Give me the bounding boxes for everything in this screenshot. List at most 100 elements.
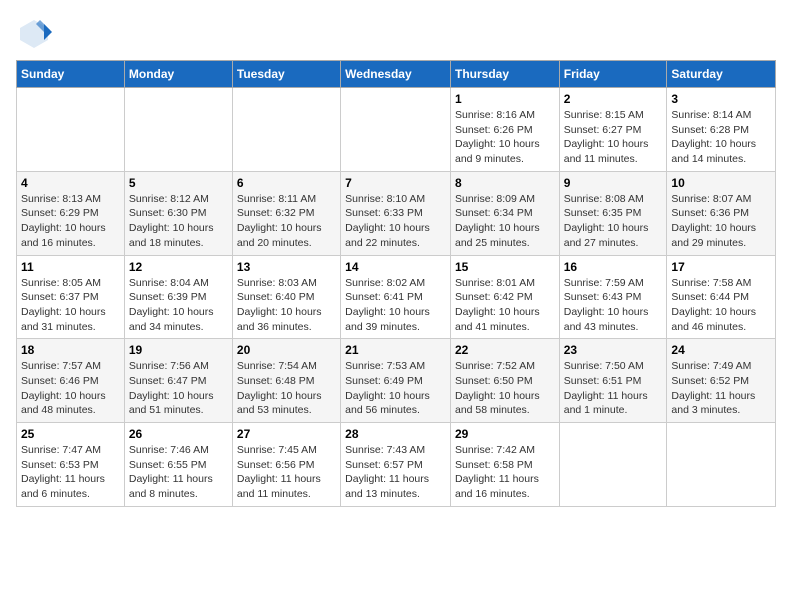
- day-number: 21: [345, 343, 446, 357]
- day-info: Sunrise: 7:54 AM Sunset: 6:48 PM Dayligh…: [237, 359, 336, 418]
- calendar-cell: [341, 88, 451, 172]
- day-number: 20: [237, 343, 336, 357]
- day-number: 1: [455, 92, 555, 106]
- day-number: 25: [21, 427, 120, 441]
- calendar-header-row: SundayMondayTuesdayWednesdayThursdayFrid…: [17, 61, 776, 88]
- calendar-body: 1 Sunrise: 8:16 AM Sunset: 6:26 PM Daylig…: [17, 88, 776, 507]
- calendar-cell: [559, 423, 667, 507]
- day-number: 10: [671, 176, 771, 190]
- day-header-tuesday: Tuesday: [232, 61, 340, 88]
- calendar-cell: 21 Sunrise: 7:53 AM Sunset: 6:49 PM Dayli…: [341, 339, 451, 423]
- day-number: 18: [21, 343, 120, 357]
- calendar-cell: 1 Sunrise: 8:16 AM Sunset: 6:26 PM Daylig…: [450, 88, 559, 172]
- calendar-cell: 12 Sunrise: 8:04 AM Sunset: 6:39 PM Dayli…: [124, 255, 232, 339]
- calendar-cell: 13 Sunrise: 8:03 AM Sunset: 6:40 PM Dayli…: [232, 255, 340, 339]
- day-number: 6: [237, 176, 336, 190]
- day-info: Sunrise: 8:05 AM Sunset: 6:37 PM Dayligh…: [21, 276, 120, 335]
- day-header-friday: Friday: [559, 61, 667, 88]
- day-info: Sunrise: 7:42 AM Sunset: 6:58 PM Dayligh…: [455, 443, 555, 502]
- calendar-cell: 15 Sunrise: 8:01 AM Sunset: 6:42 PM Dayli…: [450, 255, 559, 339]
- day-number: 14: [345, 260, 446, 274]
- calendar-cell: 11 Sunrise: 8:05 AM Sunset: 6:37 PM Dayli…: [17, 255, 125, 339]
- calendar-cell: 5 Sunrise: 8:12 AM Sunset: 6:30 PM Daylig…: [124, 171, 232, 255]
- day-header-wednesday: Wednesday: [341, 61, 451, 88]
- day-number: 15: [455, 260, 555, 274]
- calendar-cell: 28 Sunrise: 7:43 AM Sunset: 6:57 PM Dayli…: [341, 423, 451, 507]
- day-info: Sunrise: 7:47 AM Sunset: 6:53 PM Dayligh…: [21, 443, 120, 502]
- day-info: Sunrise: 7:53 AM Sunset: 6:49 PM Dayligh…: [345, 359, 446, 418]
- calendar-cell: 3 Sunrise: 8:14 AM Sunset: 6:28 PM Daylig…: [667, 88, 776, 172]
- day-info: Sunrise: 7:58 AM Sunset: 6:44 PM Dayligh…: [671, 276, 771, 335]
- day-header-sunday: Sunday: [17, 61, 125, 88]
- day-number: 27: [237, 427, 336, 441]
- day-info: Sunrise: 8:10 AM Sunset: 6:33 PM Dayligh…: [345, 192, 446, 251]
- calendar-cell: [667, 423, 776, 507]
- calendar-cell: 10Sunrise: 8:07 AM Sunset: 6:36 PM Dayli…: [667, 171, 776, 255]
- calendar-week-row: 1 Sunrise: 8:16 AM Sunset: 6:26 PM Daylig…: [17, 88, 776, 172]
- day-number: 24: [671, 343, 771, 357]
- calendar-table: SundayMondayTuesdayWednesdayThursdayFrid…: [16, 60, 776, 507]
- day-number: 13: [237, 260, 336, 274]
- day-number: 2: [564, 92, 663, 106]
- day-number: 4: [21, 176, 120, 190]
- day-info: Sunrise: 8:01 AM Sunset: 6:42 PM Dayligh…: [455, 276, 555, 335]
- calendar-week-row: 4 Sunrise: 8:13 AM Sunset: 6:29 PM Daylig…: [17, 171, 776, 255]
- calendar-cell: [124, 88, 232, 172]
- day-info: Sunrise: 8:12 AM Sunset: 6:30 PM Dayligh…: [129, 192, 228, 251]
- calendar-cell: 9 Sunrise: 8:08 AM Sunset: 6:35 PM Daylig…: [559, 171, 667, 255]
- day-info: Sunrise: 7:45 AM Sunset: 6:56 PM Dayligh…: [237, 443, 336, 502]
- calendar-cell: 16 Sunrise: 7:59 AM Sunset: 6:43 PM Dayli…: [559, 255, 667, 339]
- day-info: Sunrise: 7:57 AM Sunset: 6:46 PM Dayligh…: [21, 359, 120, 418]
- calendar-cell: 4 Sunrise: 8:13 AM Sunset: 6:29 PM Daylig…: [17, 171, 125, 255]
- day-number: 9: [564, 176, 663, 190]
- day-info: Sunrise: 8:16 AM Sunset: 6:26 PM Dayligh…: [455, 108, 555, 167]
- day-info: Sunrise: 8:15 AM Sunset: 6:27 PM Dayligh…: [564, 108, 663, 167]
- day-number: 17: [671, 260, 771, 274]
- logo: [16, 16, 56, 52]
- calendar-week-row: 25 Sunrise: 7:47 AM Sunset: 6:53 PM Dayli…: [17, 423, 776, 507]
- day-header-monday: Monday: [124, 61, 232, 88]
- day-info: Sunrise: 8:14 AM Sunset: 6:28 PM Dayligh…: [671, 108, 771, 167]
- day-info: Sunrise: 7:59 AM Sunset: 6:43 PM Dayligh…: [564, 276, 663, 335]
- calendar-cell: [232, 88, 340, 172]
- day-header-thursday: Thursday: [450, 61, 559, 88]
- day-number: 12: [129, 260, 228, 274]
- page-header: [16, 16, 776, 52]
- day-info: Sunrise: 7:56 AM Sunset: 6:47 PM Dayligh…: [129, 359, 228, 418]
- calendar-cell: 19 Sunrise: 7:56 AM Sunset: 6:47 PM Dayli…: [124, 339, 232, 423]
- day-info: Sunrise: 8:11 AM Sunset: 6:32 PM Dayligh…: [237, 192, 336, 251]
- day-info: Sunrise: 8:08 AM Sunset: 6:35 PM Dayligh…: [564, 192, 663, 251]
- calendar-cell: 17 Sunrise: 7:58 AM Sunset: 6:44 PM Dayli…: [667, 255, 776, 339]
- day-number: 19: [129, 343, 228, 357]
- calendar-cell: 23 Sunrise: 7:50 AM Sunset: 6:51 PM Dayli…: [559, 339, 667, 423]
- day-info: Sunrise: 7:43 AM Sunset: 6:57 PM Dayligh…: [345, 443, 446, 502]
- logo-icon: [16, 16, 52, 52]
- calendar-week-row: 18 Sunrise: 7:57 AM Sunset: 6:46 PM Dayli…: [17, 339, 776, 423]
- day-info: Sunrise: 7:46 AM Sunset: 6:55 PM Dayligh…: [129, 443, 228, 502]
- day-number: 5: [129, 176, 228, 190]
- calendar-cell: 20 Sunrise: 7:54 AM Sunset: 6:48 PM Dayli…: [232, 339, 340, 423]
- day-info: Sunrise: 8:09 AM Sunset: 6:34 PM Dayligh…: [455, 192, 555, 251]
- day-number: 16: [564, 260, 663, 274]
- day-info: Sunrise: 7:50 AM Sunset: 6:51 PM Dayligh…: [564, 359, 663, 418]
- day-number: 8: [455, 176, 555, 190]
- calendar-cell: 18 Sunrise: 7:57 AM Sunset: 6:46 PM Dayli…: [17, 339, 125, 423]
- calendar-cell: 2 Sunrise: 8:15 AM Sunset: 6:27 PM Daylig…: [559, 88, 667, 172]
- calendar-cell: 14 Sunrise: 8:02 AM Sunset: 6:41 PM Dayli…: [341, 255, 451, 339]
- day-info: Sunrise: 8:03 AM Sunset: 6:40 PM Dayligh…: [237, 276, 336, 335]
- calendar-cell: 8 Sunrise: 8:09 AM Sunset: 6:34 PM Daylig…: [450, 171, 559, 255]
- day-header-saturday: Saturday: [667, 61, 776, 88]
- day-number: 3: [671, 92, 771, 106]
- day-number: 26: [129, 427, 228, 441]
- day-info: Sunrise: 8:04 AM Sunset: 6:39 PM Dayligh…: [129, 276, 228, 335]
- day-info: Sunrise: 8:13 AM Sunset: 6:29 PM Dayligh…: [21, 192, 120, 251]
- day-number: 23: [564, 343, 663, 357]
- day-info: Sunrise: 8:02 AM Sunset: 6:41 PM Dayligh…: [345, 276, 446, 335]
- calendar-cell: [17, 88, 125, 172]
- day-number: 28: [345, 427, 446, 441]
- calendar-cell: 6 Sunrise: 8:11 AM Sunset: 6:32 PM Daylig…: [232, 171, 340, 255]
- day-number: 29: [455, 427, 555, 441]
- calendar-cell: 22Sunrise: 7:52 AM Sunset: 6:50 PM Dayli…: [450, 339, 559, 423]
- day-number: 22: [455, 343, 555, 357]
- day-number: 11: [21, 260, 120, 274]
